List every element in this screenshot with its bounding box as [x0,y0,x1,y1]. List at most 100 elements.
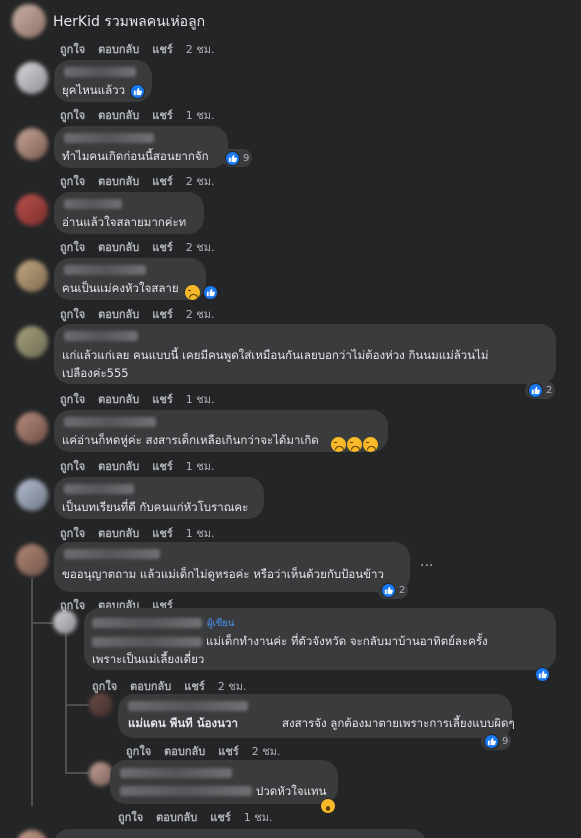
commenter-avatar[interactable] [16,479,48,511]
like-action[interactable]: ถูกใจ [126,742,151,760]
reply-action[interactable]: ตอบกลับ [98,457,139,475]
comment-time[interactable]: 1 ชม. [186,390,215,408]
commenter-name[interactable] [64,265,146,275]
like-action[interactable]: ถูกใจ [60,106,85,124]
reply-action[interactable]: ตอบกลับ [98,106,139,124]
reply-action[interactable]: ตอบกลับ [98,524,139,542]
commenter-avatar[interactable] [16,412,48,444]
replier-avatar[interactable] [89,693,113,717]
commenter-avatar[interactable] [16,194,48,226]
share-action[interactable]: แชร์ [152,40,172,58]
author-badge: ผู้เขียน [207,618,235,629]
group-avatar[interactable] [12,4,46,38]
group-title[interactable]: HerKid รวมพลคนเห่อลูก [53,11,205,33]
share-action[interactable]: แชร์ [152,524,172,542]
commenter-avatar[interactable] [16,326,48,358]
commenter-name[interactable] [64,331,138,341]
share-action[interactable]: แชร์ [184,677,204,695]
like-action[interactable]: ถูกใจ [118,808,143,826]
comment-actions: ถูกใจ ตอบกลับ แชร์ 2 ชม. [60,40,227,58]
comment-time[interactable]: 1 ชม. [186,106,215,124]
more-options-icon[interactable]: ··· [420,558,433,574]
commenter-avatar[interactable] [16,544,48,576]
commenter-avatar[interactable] [16,62,48,94]
commenter-avatar[interactable] [16,830,48,838]
commenter-name[interactable] [64,417,156,427]
comment-text: อ่านแล้วใจสลายมากค่ะท [62,215,187,229]
thread-connector [65,772,89,774]
reaction-summary[interactable]: 2 [525,381,556,399]
replier-name[interactable] [120,768,232,778]
thread-connector [31,622,53,624]
comment-time[interactable]: 2 ชม. [186,172,215,190]
like-action[interactable]: ถูกใจ [60,305,85,323]
commenter-name[interactable] [64,199,122,209]
reply-action[interactable]: ตอบกลับ [156,808,197,826]
reply-time[interactable]: 1 ชม. [244,808,273,826]
reply-text-line2: เพราะเป็นแม่เลี้ยงเดี่ยว [92,652,205,666]
comment-text: แค่อ่านก็หดหู่ค่ะ สงสารเด็กเหลือเกินกว่า… [62,433,319,447]
like-action[interactable]: ถูกใจ [92,677,117,695]
reply-text: สงสารจัง ลูกต้องมาตายเพราะการเลี้ยงแบบผิ… [282,716,515,730]
reaction-summary[interactable]: 2 [378,581,409,599]
crying-face-icon [331,434,379,453]
replier-avatar[interactable] [53,610,77,634]
comment-time[interactable]: 1 ชม. [186,457,215,475]
like-action[interactable]: ถูกใจ [60,172,85,190]
wow-face-icon[interactable] [320,798,336,814]
tagged-user[interactable]: แม่แดน พีนที น้องนวา [128,714,238,732]
thread-connector [65,704,89,706]
commenter-avatar[interactable] [16,128,48,160]
share-action[interactable]: แชร์ [210,808,230,826]
comment-actions: ถูกใจ ตอบกลับ แชร์ 1 ชม. [60,524,227,542]
share-action[interactable]: แชร์ [152,305,172,323]
tagged-name[interactable] [92,637,202,647]
reaction-summary[interactable] [535,665,550,683]
replier-name[interactable] [128,701,248,711]
reply-action[interactable]: ตอบกลับ [98,172,139,190]
reply-action[interactable]: ตอบกลับ [98,40,139,58]
reply-action[interactable]: ตอบกลับ [98,238,139,256]
share-action[interactable]: แชร์ [152,172,172,190]
comment-time[interactable]: 2 ชม. [186,238,215,256]
comment-actions: ถูกใจ ตอบกลับ แชร์ 2 ชม. [60,305,227,323]
reply-action[interactable]: ตอบกลับ [98,305,139,323]
like-action[interactable]: ถูกใจ [60,238,85,256]
like-icon [225,150,240,166]
share-action[interactable]: แชร์ [152,238,172,256]
reaction-summary[interactable] [203,283,218,301]
reply-time[interactable]: 2 ชม. [252,742,281,760]
tagged-name[interactable] [120,786,252,796]
comment-time[interactable]: 2 ชม. [186,40,215,58]
comment-text-line2: เปลืองค่ะ555 [62,366,129,380]
reply-text-line1: แม่เด็กทำงานค่ะ ที่ตัวจังหวัด จะกลับมาบ้… [206,634,488,648]
like-action[interactable]: ถูกใจ [60,457,85,475]
like-action[interactable]: ถูกใจ [60,524,85,542]
commenter-avatar[interactable] [16,260,48,292]
commenter-name[interactable] [64,549,160,559]
commenter-name[interactable] [64,484,134,494]
reaction-summary[interactable]: 9 [481,732,512,750]
replier-name[interactable] [92,618,202,628]
commenter-name[interactable] [64,133,154,143]
share-action[interactable]: แชร์ [218,742,238,760]
commenter-name[interactable] [64,67,136,77]
share-action[interactable]: แชร์ [152,457,172,475]
share-action[interactable]: แชร์ [152,390,172,408]
comment-text: ยุคไหนแล้วว [62,83,126,97]
reply-action[interactable]: ตอบกลับ [130,677,171,695]
reply-action[interactable]: ตอบกลับ [98,390,139,408]
share-action[interactable]: แชร์ [152,106,172,124]
like-action[interactable]: ถูกใจ [60,40,85,58]
like-icon [203,284,218,300]
reaction-count: 9 [243,152,250,164]
comment-text: คนเป็นแม่คงหัวใจสลาย [62,281,179,295]
comment-time[interactable]: 1 ชม. [186,524,215,542]
reply-action[interactable]: ตอบกลับ [164,742,205,760]
reaction-summary[interactable]: 9 [222,149,253,167]
like-action[interactable]: ถูกใจ [60,390,85,408]
comment-time[interactable]: 2 ชม. [186,305,215,323]
group-header: HerKid รวมพลคนเห่อลูก [0,0,581,40]
reply-time[interactable]: 2 ชม. [218,677,247,695]
reaction-summary[interactable] [130,82,145,100]
